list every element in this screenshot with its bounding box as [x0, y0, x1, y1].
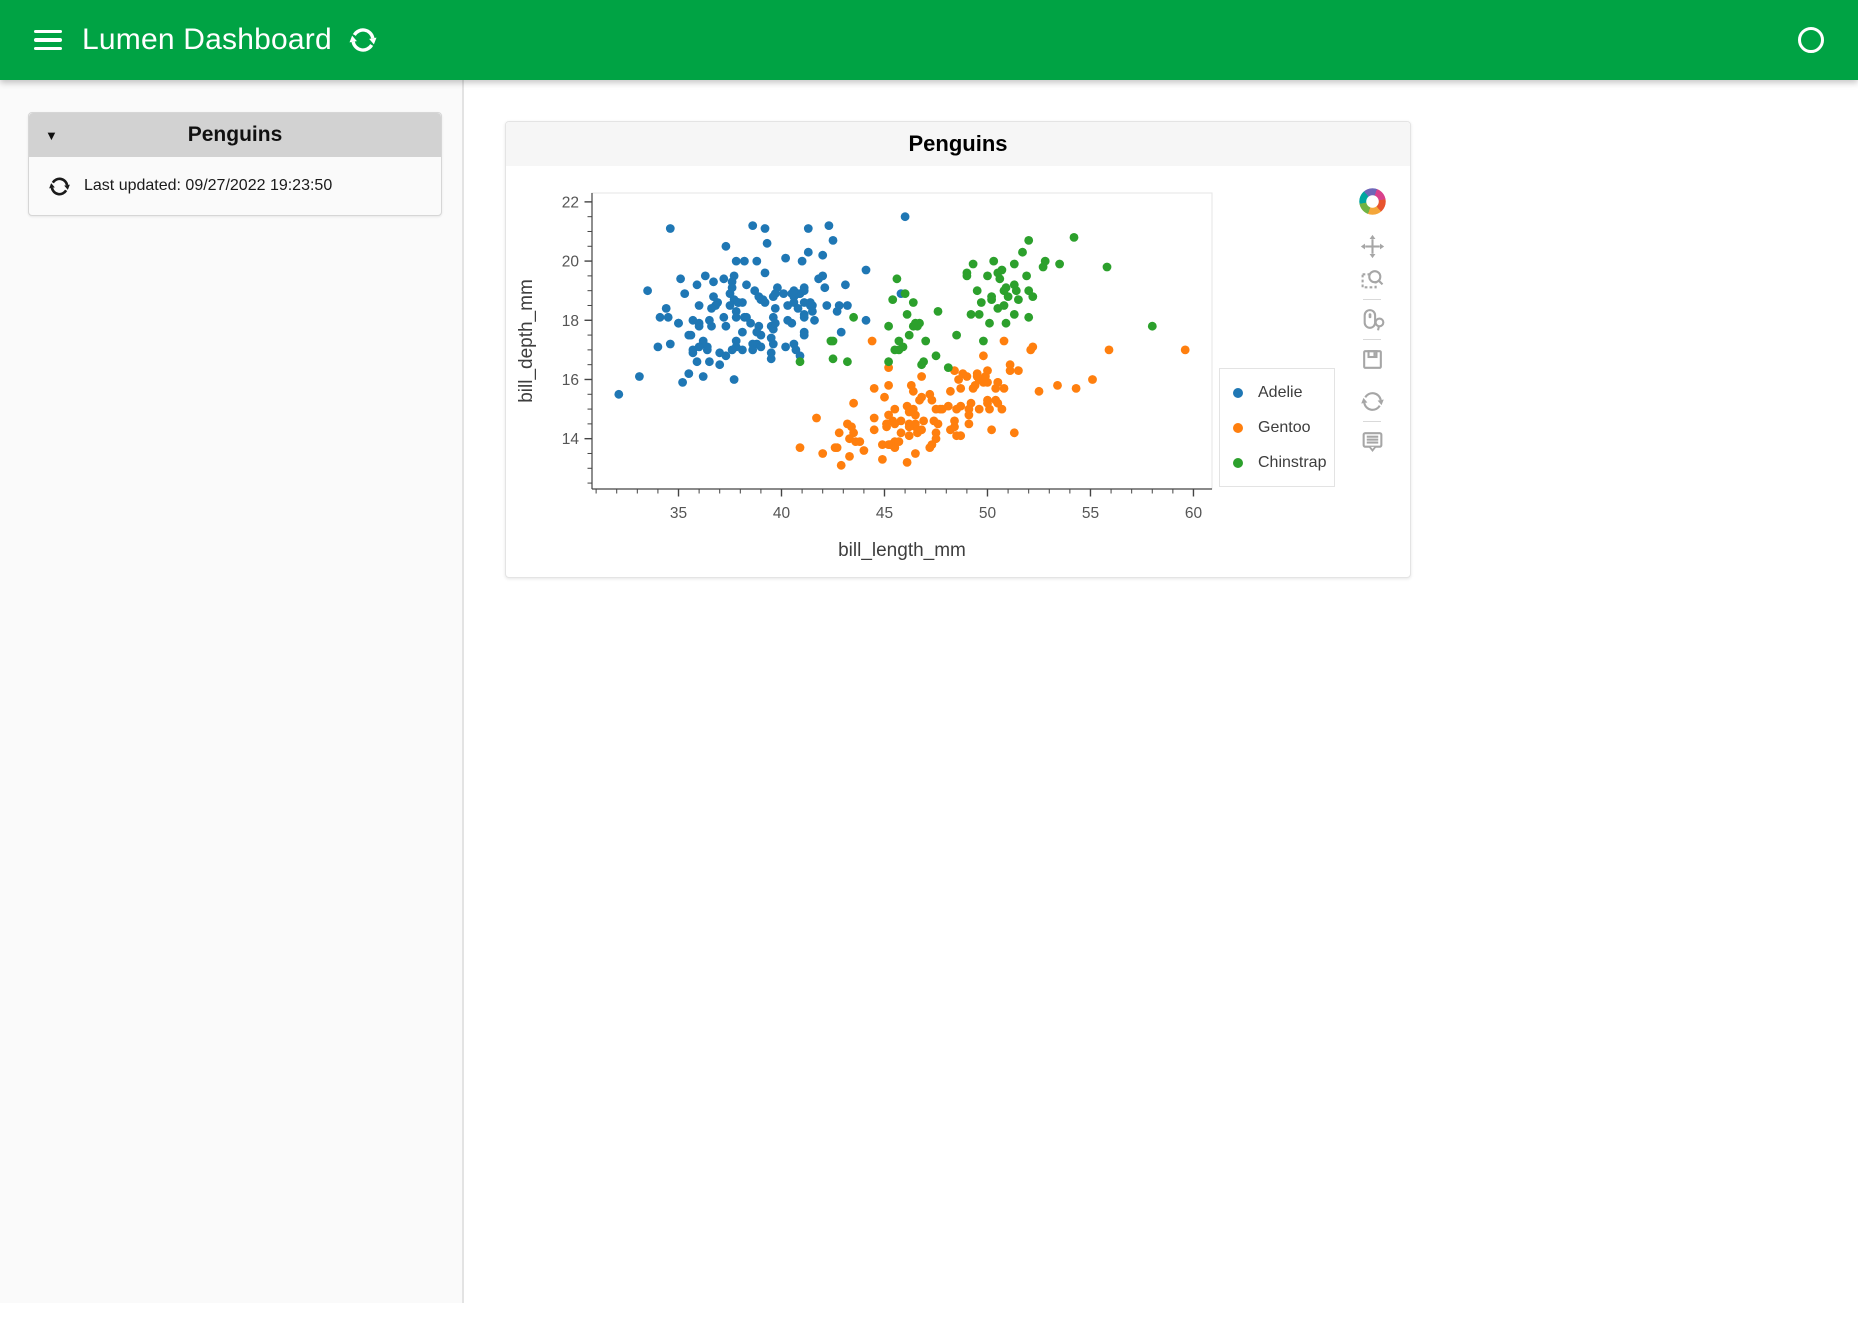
legend: Adelie Gentoo Chinstrap	[1219, 368, 1335, 487]
svg-text:50: 50	[979, 505, 997, 522]
app-header: Lumen Dashboard	[0, 0, 1858, 80]
svg-text:45: 45	[876, 505, 893, 522]
svg-text:60: 60	[1185, 505, 1203, 522]
svg-text:40: 40	[773, 505, 791, 522]
legend-label-adelie: Adelie	[1258, 384, 1302, 402]
save-tool-button[interactable]	[1360, 347, 1385, 372]
svg-text:14: 14	[562, 431, 580, 448]
plot-card-header: Penguins	[506, 122, 1410, 166]
sync-icon	[48, 175, 71, 198]
last-updated-text: Last updated: 09/27/2022 19:23:50	[84, 177, 332, 195]
toolbar-divider	[1363, 339, 1381, 340]
sidebar-card-header[interactable]: ▼ Penguins	[29, 113, 441, 157]
svg-text:16: 16	[562, 372, 579, 389]
sidebar: ▼ Penguins Last updated: 09/27/2022 19:2…	[0, 80, 464, 1303]
legend-label-gentoo: Gentoo	[1258, 419, 1310, 437]
legend-marker-gentoo	[1233, 423, 1243, 433]
refresh-button[interactable]	[348, 25, 378, 55]
refresh-icon	[348, 43, 378, 58]
svg-text:18: 18	[562, 313, 579, 330]
reset-tool-button[interactable]	[1360, 389, 1385, 414]
toolbar-divider	[1363, 421, 1381, 422]
hover-tool-button[interactable]	[1360, 429, 1385, 454]
collapse-caret-icon: ▼	[45, 128, 58, 143]
wheel-zoom-tool-button[interactable]	[1360, 307, 1385, 332]
bokeh-toolbar	[1357, 188, 1387, 458]
legend-marker-adelie	[1233, 388, 1243, 398]
svg-text:20: 20	[562, 254, 580, 271]
app: Lumen Dashboard ▼ Penguins	[0, 0, 1858, 1317]
svg-text:55: 55	[1082, 505, 1099, 522]
plot-title: Penguins	[908, 131, 1007, 157]
svg-text:35: 35	[670, 505, 687, 522]
sidebar-card-penguins: ▼ Penguins Last updated: 09/27/2022 19:2…	[28, 112, 442, 216]
legend-item-adelie: Adelie	[1233, 375, 1334, 410]
toolbar-divider	[1363, 299, 1381, 300]
busy-indicator	[1798, 27, 1824, 53]
svg-text:bill_depth_mm: bill_depth_mm	[516, 279, 537, 403]
legend-marker-chinstrap	[1233, 458, 1243, 468]
legend-item-chinstrap: Chinstrap	[1233, 445, 1334, 480]
plot-area: 35 40 45 50 55 60 14 16 18 20 22 bill_length_mm bill…	[506, 166, 1410, 577]
main-content: Penguins 35 40 45 50 55 60 14 16 18 20 22 bill_leng…	[466, 80, 1858, 1317]
svg-text:bill_length_mm: bill_length_mm	[838, 540, 966, 561]
app-title: Lumen Dashboard	[82, 23, 332, 57]
pan-tool-button[interactable]	[1360, 234, 1385, 259]
box-zoom-tool-button[interactable]	[1360, 267, 1385, 292]
legend-item-gentoo: Gentoo	[1233, 410, 1334, 445]
plot-card: Penguins 35 40 45 50 55 60 14 16 18 20 22 bill_leng…	[505, 121, 1411, 578]
bokeh-logo[interactable]	[1359, 188, 1386, 215]
sidebar-card-title: Penguins	[29, 123, 441, 147]
menu-icon[interactable]	[34, 30, 62, 51]
svg-text:22: 22	[562, 194, 579, 211]
sidebar-card-body: Last updated: 09/27/2022 19:23:50	[29, 157, 441, 215]
legend-label-chinstrap: Chinstrap	[1258, 454, 1326, 472]
